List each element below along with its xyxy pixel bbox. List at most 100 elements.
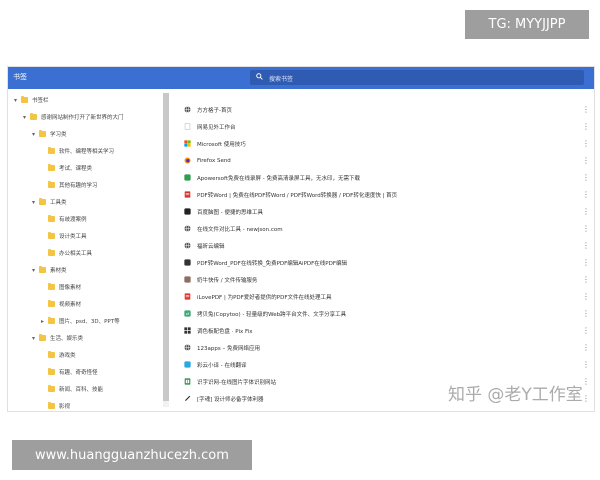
- folder-icon: [48, 300, 55, 307]
- bookmark-title[interactable]: PDF转Word_PDF在线转换_免费PDF编辑AiPDF在线PDF编辑: [197, 259, 582, 267]
- search-icon: [256, 73, 263, 80]
- apowersoft-icon: [184, 174, 191, 181]
- more-options-icon[interactable]: ⋮: [582, 326, 590, 335]
- expand-arrow-icon[interactable]: ▾: [30, 335, 37, 342]
- folder-label: 游戏类: [59, 353, 76, 359]
- more-options-icon[interactable]: ⋮: [582, 156, 590, 165]
- sidebar-folder[interactable]: 其他有趣的学习: [39, 179, 98, 191]
- folder-icon: [30, 113, 37, 120]
- more-options-icon[interactable]: ⋮: [582, 360, 590, 369]
- sidebar-folder[interactable]: ▸ 图片、psd、3D、PPT等: [39, 315, 120, 327]
- bookmark-row[interactable]: Firefox Send ⋮: [184, 152, 590, 169]
- bookmark-row[interactable]: 百度脑图 - 便捷的思维工具 ⋮: [184, 203, 590, 220]
- more-options-icon[interactable]: ⋮: [582, 122, 590, 131]
- search-input[interactable]: 搜索书签: [250, 70, 584, 85]
- bookmark-row[interactable]: 调色板配色盘 · Pix Fix ⋮: [184, 322, 590, 339]
- folder-icon: [39, 198, 46, 205]
- bookmark-title[interactable]: 拷贝兔(Copytoo) - 轻量级的Web跨平台文件、文字分享工具: [197, 310, 582, 318]
- top-bar: 书签 搜索书签: [8, 67, 594, 89]
- bookmark-row[interactable]: iLovePDF | 为PDF爱好者提供的PDF文件在线处理工具 ⋮: [184, 288, 590, 305]
- sidebar-folder[interactable]: 图像素材: [39, 281, 81, 293]
- more-options-icon[interactable]: ⋮: [582, 224, 590, 233]
- bookmark-title[interactable]: PDF转Word | 免费在线PDF转Word / PDF转Word转换器 / …: [197, 191, 582, 199]
- sidebar-folder[interactable]: 有歧渡案例: [39, 213, 87, 225]
- bookmark-row[interactable]: 奶牛快传 / 文件传输服务 ⋮: [184, 271, 590, 288]
- more-options-icon[interactable]: ⋮: [582, 275, 590, 284]
- more-options-icon[interactable]: ⋮: [582, 309, 590, 318]
- bookmark-title[interactable]: 百度脑图 - 便捷的思维工具: [197, 208, 582, 216]
- more-options-icon[interactable]: ⋮: [582, 207, 590, 216]
- ilovepdf-icon: [184, 293, 191, 300]
- expand-arrow-icon[interactable]: ▾: [30, 199, 37, 206]
- expand-arrow-icon[interactable]: ▾: [30, 131, 37, 138]
- expand-arrow-icon[interactable]: ▾: [21, 114, 28, 121]
- bookmark-row[interactable]: 福昕云编辑 ⋮: [184, 237, 590, 254]
- bookmark-title[interactable]: 方方格子-首页: [197, 106, 582, 114]
- bookmark-row[interactable]: 123apps – 免费网络应用 ⋮: [184, 339, 590, 356]
- more-options-icon[interactable]: ⋮: [582, 343, 590, 352]
- more-options-icon[interactable]: ⋮: [582, 258, 590, 267]
- bookmark-title[interactable]: Microsoft 使用技巧: [197, 140, 582, 148]
- sidebar-folder[interactable]: 视频素材: [39, 298, 81, 310]
- folder-icon: [39, 334, 46, 341]
- bookmark-row[interactable]: ⇄ 拷贝兔(Copytoo) - 轻量级的Web跨平台文件、文字分享工具 ⋮: [184, 305, 590, 322]
- bookmark-title[interactable]: iLovePDF | 为PDF爱好者提供的PDF文件在线处理工具: [197, 293, 582, 301]
- bookmark-row[interactable]: Microsoft 使用技巧 ⋮: [184, 135, 590, 152]
- folder-label: 办公相关工具: [59, 251, 93, 257]
- bookmark-row[interactable]: PDF转Word_PDF在线转换_免费PDF编辑AiPDF在线PDF编辑 ⋮: [184, 254, 590, 271]
- globe-icon: [184, 225, 191, 232]
- bookmark-title[interactable]: 在线文件对比工具 - newjson.com: [197, 225, 582, 233]
- cow-icon: [184, 276, 191, 283]
- collapse-arrow-icon[interactable]: ▸: [39, 318, 46, 325]
- sidebar-folder[interactable]: ▾ 书签栏: [12, 94, 49, 106]
- folder-icon: [48, 181, 55, 188]
- sidebar-folder[interactable]: 有趣、奇奇怪怪: [39, 366, 98, 378]
- bookmark-title[interactable]: 福昕云编辑: [197, 242, 582, 250]
- more-options-icon[interactable]: ⋮: [582, 173, 590, 182]
- sidebar-folder[interactable]: ▾ 工具类: [30, 196, 67, 208]
- caiyun-icon: [184, 361, 191, 368]
- bookmark-title[interactable]: 奶牛快传 / 文件传输服务: [197, 276, 582, 284]
- sidebar-folder[interactable]: 考试、课程类: [39, 162, 92, 174]
- bookmark-title[interactable]: Firefox Send: [197, 158, 582, 164]
- sidebar-folder[interactable]: 影视: [39, 400, 70, 411]
- folder-icon: [48, 232, 55, 239]
- bookmark-title[interactable]: 123apps – 免费网络应用: [197, 344, 582, 352]
- sidebar-folder[interactable]: 游戏类: [39, 349, 76, 361]
- folder-icon: [48, 385, 55, 392]
- sidebar-folder[interactable]: 新闻、百科、技能: [39, 383, 103, 395]
- more-options-icon[interactable]: ⋮: [582, 377, 590, 386]
- bookmark-title[interactable]: 彩云小译 - 在线翻译: [197, 361, 582, 369]
- bookmark-row[interactable]: Apowersoft免费在线录屏 - 免费高清录屏工具，无水印，无需下载 ⋮: [184, 169, 590, 186]
- folder-label: 图像素材: [59, 285, 82, 291]
- bookmark-row[interactable]: 方方格子-首页 ⋮: [184, 101, 590, 118]
- bookmark-row[interactable]: 网易见外工作台 ⋮: [184, 118, 590, 135]
- sidebar-folder[interactable]: ▾ 素材类: [30, 264, 67, 276]
- sidebar-folder[interactable]: ▾ 感谢网站制作打开了新世界的大门: [21, 111, 124, 123]
- bookmark-row[interactable]: PDF转Word | 免费在线PDF转Word / PDF转Word转换器 / …: [184, 186, 590, 203]
- bookmark-title[interactable]: 网易见外工作台: [197, 123, 582, 131]
- expand-arrow-icon[interactable]: ▾: [12, 97, 19, 104]
- folder-icon: [48, 164, 55, 171]
- more-options-icon[interactable]: ⋮: [582, 241, 590, 250]
- more-options-icon[interactable]: ⋮: [582, 105, 590, 114]
- more-options-icon[interactable]: ⋮: [582, 190, 590, 199]
- sidebar-folder[interactable]: 设计类工具: [39, 230, 87, 242]
- expand-arrow-icon[interactable]: ▾: [30, 267, 37, 274]
- sidebar-folder[interactable]: ▾ 学习类: [30, 128, 67, 140]
- folder-label: 新闻、百科、技能: [59, 387, 104, 393]
- sidebar-folder[interactable]: ▾ 生活、娱乐类: [30, 332, 83, 344]
- bookmark-row[interactable]: 彩云小译 - 在线翻译 ⋮: [184, 356, 590, 373]
- microsoft-icon: [184, 140, 191, 147]
- more-options-icon[interactable]: ⋮: [582, 394, 590, 403]
- sidebar-folder[interactable]: 软件、编程等相关学习: [39, 145, 114, 157]
- bookmark-title[interactable]: Apowersoft免费在线录屏 - 免费高清录屏工具，无水印，无需下载: [197, 174, 582, 182]
- sidebar-folder[interactable]: 办公相关工具: [39, 247, 92, 259]
- bookmark-title[interactable]: 调色板配色盘 · Pix Fix: [197, 327, 582, 335]
- bookmark-row[interactable]: 在线文件对比工具 - newjson.com ⋮: [184, 220, 590, 237]
- more-options-icon[interactable]: ⋮: [582, 139, 590, 148]
- more-options-icon[interactable]: ⋮: [582, 292, 590, 301]
- sidebar-scrollbar[interactable]: [163, 93, 169, 407]
- pixfix-icon: [184, 327, 191, 334]
- scrollbar-thumb[interactable]: [163, 93, 169, 401]
